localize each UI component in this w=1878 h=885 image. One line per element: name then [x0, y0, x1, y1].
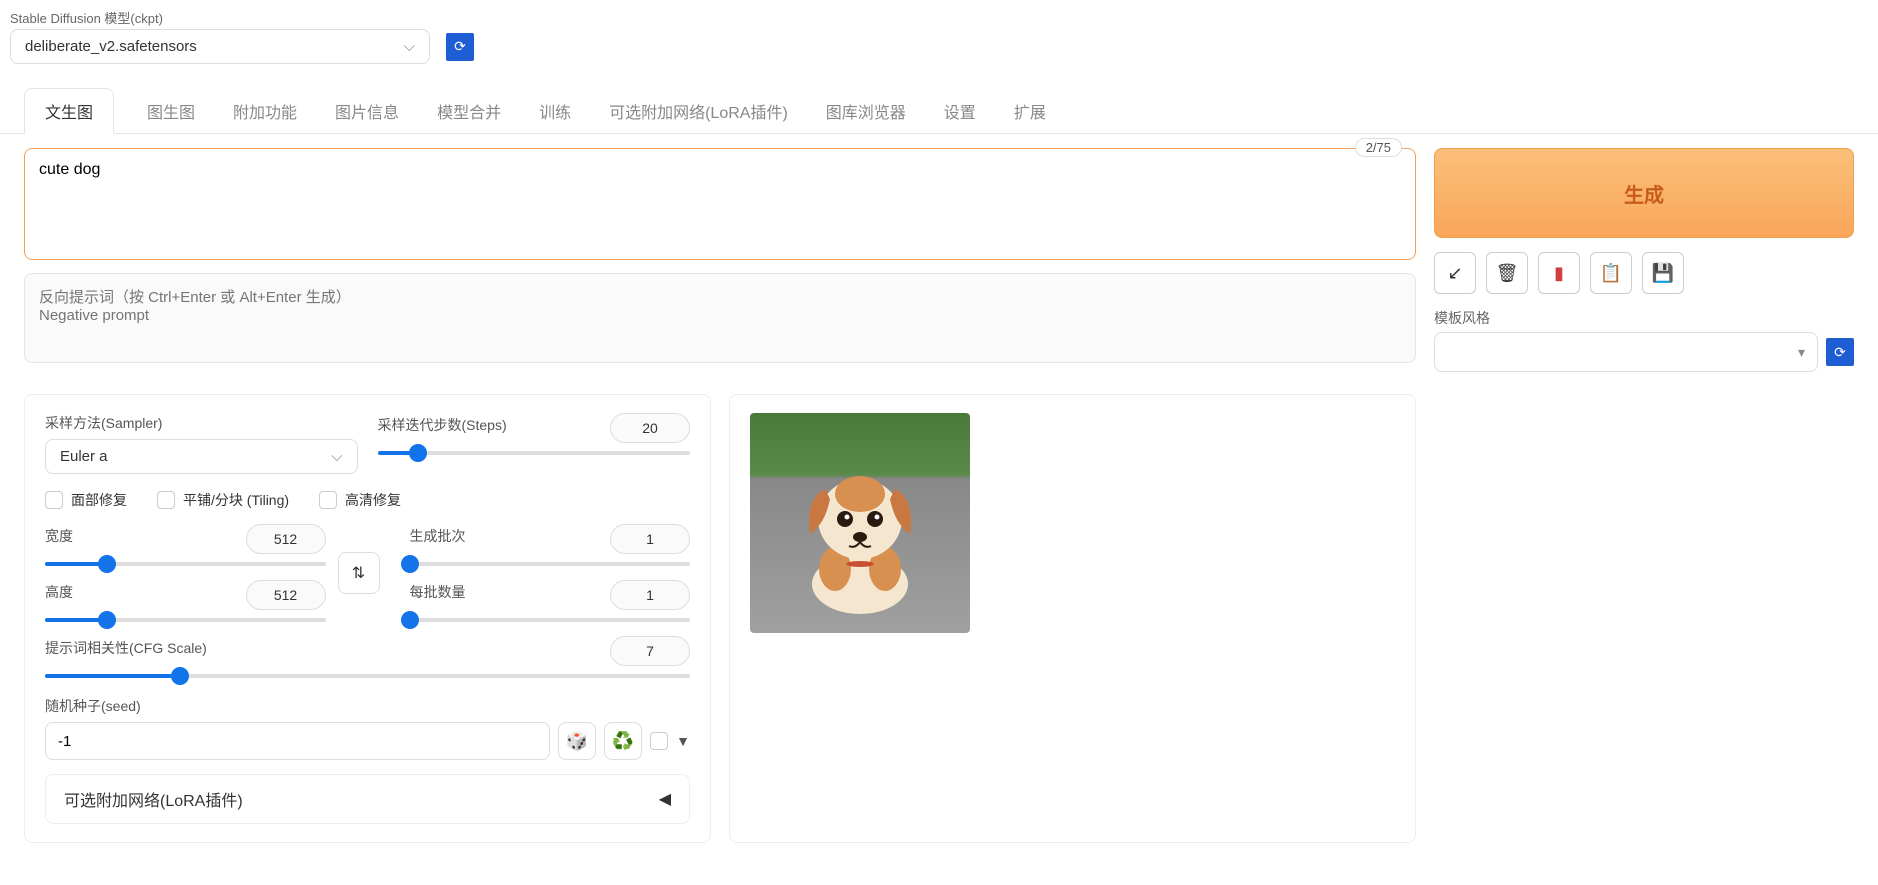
height-label: 高度	[45, 582, 73, 602]
refresh-icon: ⟳	[1834, 344, 1846, 361]
tab-merge[interactable]: 模型合并	[432, 88, 506, 134]
reuse-seed-button[interactable]: ♻️	[604, 722, 642, 760]
restore-faces-checkbox[interactable]: 面部修复	[45, 490, 127, 510]
recycle-icon: ♻️	[612, 731, 634, 752]
clipboard-icon: 📋	[1600, 263, 1622, 284]
refresh-icon: ⟳	[454, 38, 466, 55]
tab-gallery[interactable]: 图库浏览器	[821, 88, 911, 134]
model-value: deliberate_v2.safetensors	[25, 38, 197, 55]
clear-prompt-button[interactable]: 🗑	[1486, 252, 1528, 294]
styles-button[interactable]: ▮	[1538, 252, 1580, 294]
tab-pnginfo[interactable]: 图片信息	[330, 88, 404, 134]
main-tabs: 文生图 图生图 附加功能 图片信息 模型合并 训练 可选附加网络(LoRA插件)…	[0, 74, 1878, 134]
generate-button[interactable]: 生成	[1434, 148, 1854, 238]
tab-extras[interactable]: 附加功能	[228, 88, 302, 134]
batch-size-value[interactable]: 1	[610, 580, 690, 610]
steps-slider[interactable]	[378, 451, 691, 455]
triangle-left-icon: ◀	[659, 789, 671, 809]
arrow-icon: ↙	[1447, 263, 1462, 284]
sampler-value: Euler a	[60, 448, 108, 465]
style-label: 模板风格	[1434, 308, 1854, 328]
batch-size-label: 每批数量	[410, 582, 466, 602]
prompt-input[interactable]: cute dog	[24, 148, 1416, 260]
token-counter: 2/75	[1355, 138, 1402, 157]
arrow-tool-button[interactable]: ↙	[1434, 252, 1476, 294]
hires-fix-checkbox[interactable]: 高清修复	[319, 490, 401, 510]
height-value[interactable]: 512	[246, 580, 326, 610]
chevron-down-icon: ▾	[1798, 344, 1805, 361]
paste-button[interactable]: 📋	[1590, 252, 1632, 294]
seed-extra-checkbox[interactable]	[650, 732, 668, 750]
tab-txt2img[interactable]: 文生图	[24, 88, 114, 134]
batch-count-value[interactable]: 1	[610, 524, 690, 554]
chevron-down-icon: ⌵	[404, 38, 415, 55]
seed-input[interactable]	[45, 722, 550, 760]
save-icon: 💾	[1652, 263, 1674, 284]
card-icon: ▮	[1554, 263, 1564, 284]
sampler-label: 采样方法(Sampler)	[45, 413, 358, 433]
swap-dimensions-button[interactable]: ⇅	[338, 552, 380, 594]
output-image[interactable]	[750, 413, 970, 633]
refresh-model-button[interactable]: ⟳	[446, 33, 474, 61]
trash-icon: 🗑	[1496, 263, 1519, 284]
tab-extensions[interactable]: 扩展	[1009, 88, 1051, 134]
dropdown-caret-icon[interactable]: ▼	[676, 733, 690, 749]
batch-count-slider[interactable]	[410, 562, 691, 566]
swap-icon: ⇅	[352, 563, 365, 583]
steps-label: 采样迭代步数(Steps)	[378, 415, 507, 435]
width-value[interactable]: 512	[246, 524, 326, 554]
cfg-value[interactable]: 7	[610, 636, 690, 666]
tab-img2img[interactable]: 图生图	[142, 88, 200, 134]
save-style-button[interactable]: 💾	[1642, 252, 1684, 294]
puppy-image	[775, 449, 945, 619]
chevron-down-icon: ⌵	[331, 448, 342, 465]
tiling-checkbox[interactable]: 平铺/分块 (Tiling)	[157, 490, 289, 510]
cfg-slider[interactable]	[45, 674, 690, 678]
model-label: Stable Diffusion 模型(ckpt)	[10, 8, 1868, 27]
batch-count-label: 生成批次	[410, 526, 466, 546]
refresh-styles-button[interactable]: ⟳	[1826, 338, 1854, 366]
model-dropdown[interactable]: deliberate_v2.safetensors ⌵	[10, 29, 430, 64]
lora-section-label: 可选附加网络(LoRA插件)	[64, 787, 243, 811]
width-label: 宽度	[45, 526, 73, 546]
tab-train[interactable]: 训练	[534, 88, 576, 134]
height-slider[interactable]	[45, 618, 326, 622]
style-dropdown[interactable]: ▾	[1434, 332, 1818, 372]
seed-label: 随机种子(seed)	[45, 696, 690, 716]
negative-prompt-input[interactable]	[24, 273, 1416, 363]
output-gallery[interactable]	[729, 394, 1416, 843]
sampler-dropdown[interactable]: Euler a ⌵	[45, 439, 358, 474]
lora-section-toggle[interactable]: 可选附加网络(LoRA插件) ◀	[45, 774, 690, 824]
random-seed-button[interactable]: 🎲	[558, 722, 596, 760]
steps-value[interactable]: 20	[610, 413, 690, 443]
cfg-label: 提示词相关性(CFG Scale)	[45, 638, 207, 658]
width-slider[interactable]	[45, 562, 326, 566]
batch-size-slider[interactable]	[410, 618, 691, 622]
tab-settings[interactable]: 设置	[939, 88, 981, 134]
dice-icon: 🎲	[566, 731, 588, 752]
tab-lora[interactable]: 可选附加网络(LoRA插件)	[604, 88, 793, 134]
